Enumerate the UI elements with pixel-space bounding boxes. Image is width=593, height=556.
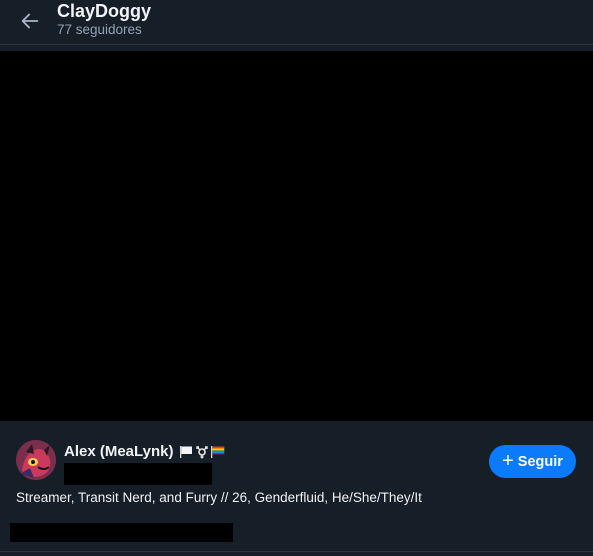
followers-count: 77 seguidores: [57, 22, 142, 37]
transgender-symbol-icon: [196, 446, 209, 459]
rainbow-flag-icon: [211, 446, 225, 458]
profile-banner[interactable]: [0, 51, 593, 421]
follow-button[interactable]: + Seguir: [489, 445, 576, 478]
profile-header: ClayDoggy 77 seguidores: [0, 0, 593, 45]
avatar-image: [16, 440, 56, 480]
avatar[interactable]: [16, 440, 56, 480]
display-name: Alex (MeaLynk): [64, 443, 226, 461]
display-name-text: Alex (MeaLynk): [64, 443, 174, 460]
divider: [0, 551, 593, 552]
profile-page: ClayDoggy 77 seguidores Alex (MeaLynk) +…: [0, 0, 593, 556]
follow-button-label: Seguir: [517, 453, 563, 470]
white-flag-icon: [180, 446, 193, 458]
back-button[interactable]: [16, 7, 44, 35]
profile-info: Alex (MeaLynk) + Seguir Streamer, Transi…: [0, 421, 593, 556]
handle-redacted: [64, 463, 212, 485]
bio-redacted: [10, 523, 233, 542]
profile-bio: Streamer, Transit Nerd, and Furry // 26,…: [16, 490, 422, 505]
arrow-left-icon: [21, 13, 39, 29]
plus-icon: +: [502, 449, 514, 472]
name-emojis: [179, 445, 226, 459]
page-title: ClayDoggy: [57, 1, 152, 21]
